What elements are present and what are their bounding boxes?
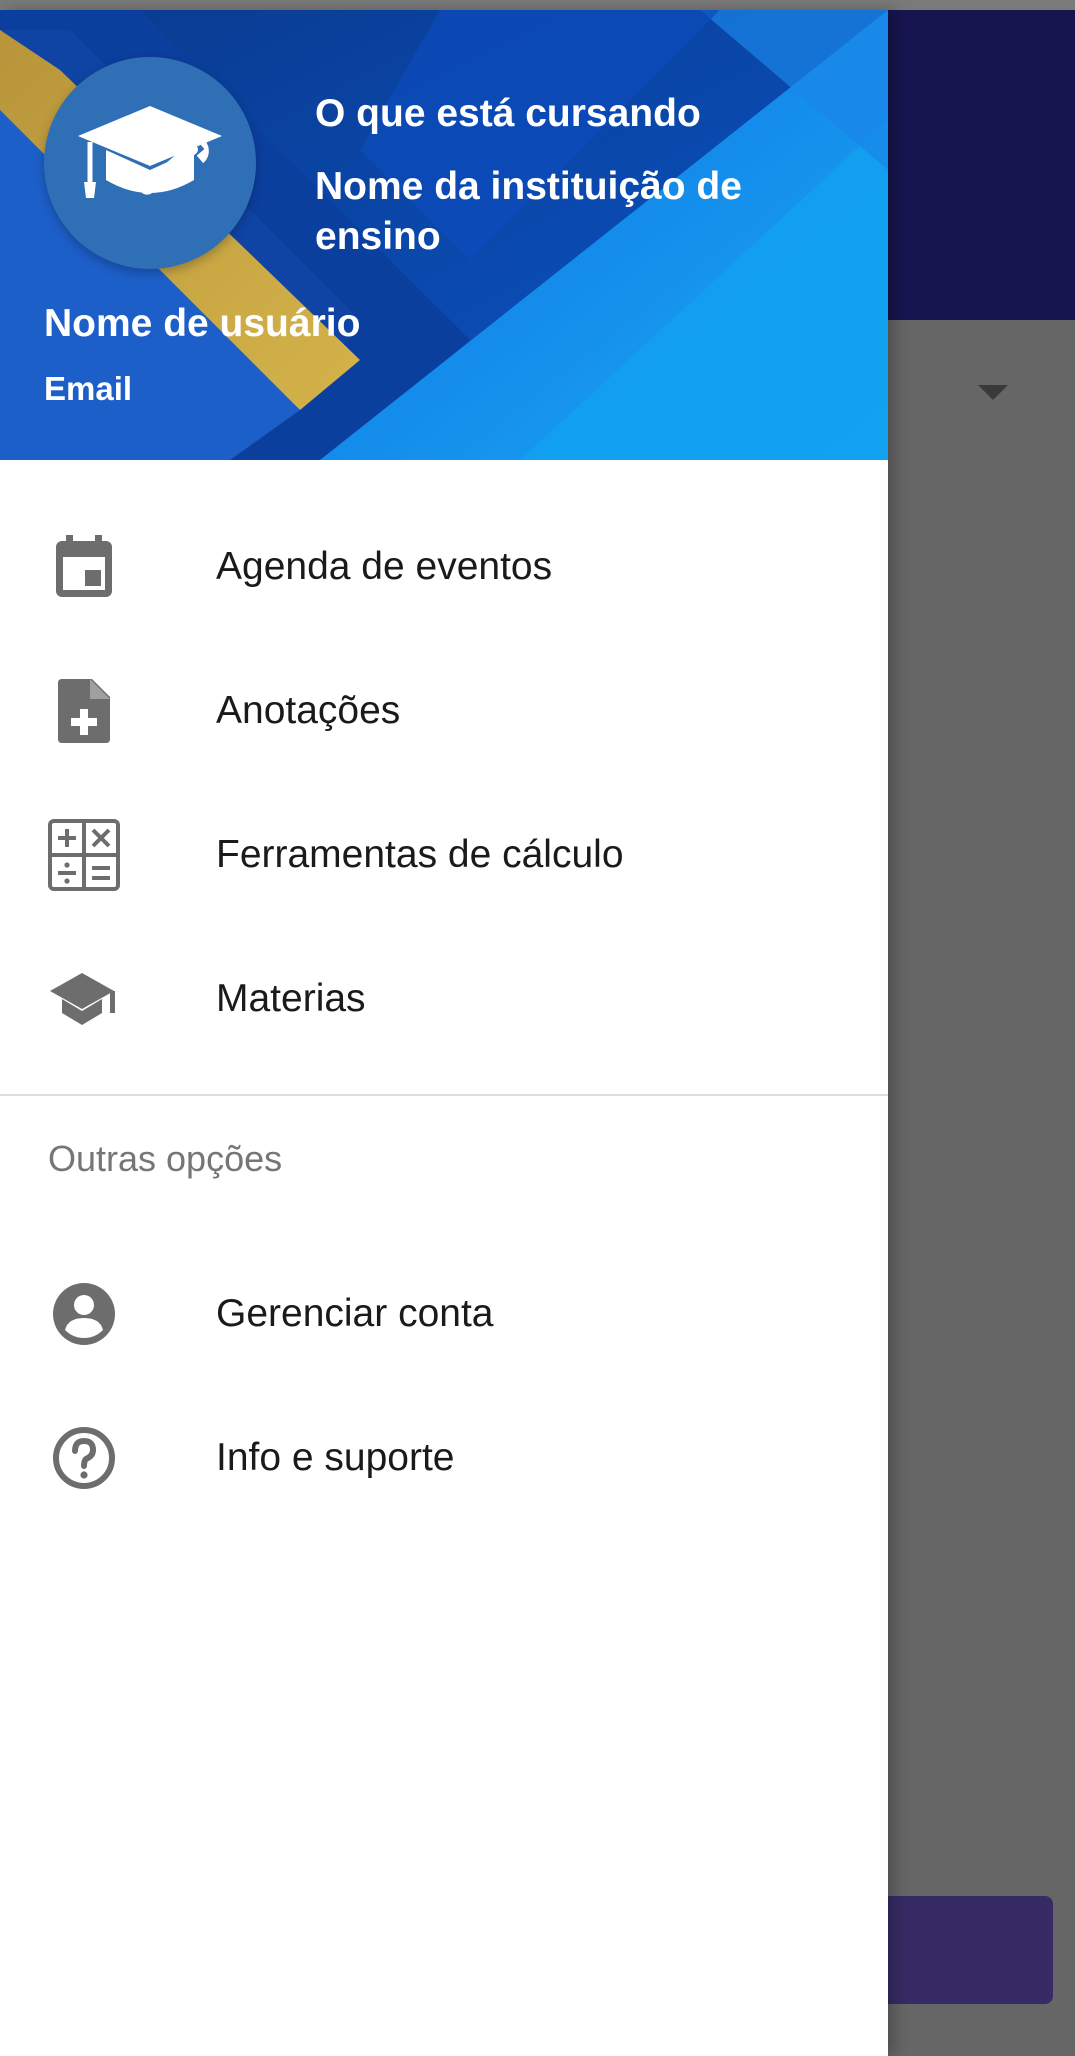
menu-item-gerenciar-conta[interactable]: Gerenciar conta: [0, 1242, 888, 1386]
calendar-icon: [44, 535, 124, 599]
menu-item-anotacoes[interactable]: Anotações: [0, 639, 888, 783]
section-header-outras-opcoes: Outras opções: [48, 1138, 283, 1179]
background-app-bar: [888, 10, 1075, 320]
menu-label: Ferramentas de cálculo: [216, 833, 624, 876]
school-icon: [44, 967, 124, 1031]
help-circle-icon: [44, 1426, 124, 1490]
dropdown-arrow-icon: [978, 385, 1008, 400]
course-text: O que está cursando: [315, 92, 701, 135]
menu-label: Anotações: [216, 689, 401, 732]
menu-item-info-suporte[interactable]: Info e suporte: [0, 1386, 888, 1530]
calculator-icon: [44, 819, 124, 891]
account-circle-icon: [44, 1282, 124, 1346]
navigation-drawer: O que está cursando Nome da instituição …: [0, 10, 888, 2056]
graduation-cap-wrench-icon: [78, 106, 222, 198]
divider: [0, 1094, 888, 1096]
menu-item-agenda[interactable]: Agenda de eventos: [0, 495, 888, 639]
note-add-icon: [44, 679, 124, 743]
menu-item-ferramentas[interactable]: Ferramentas de cálculo: [0, 783, 888, 927]
avatar[interactable]: [44, 57, 256, 269]
menu-label: Info e suporte: [216, 1436, 455, 1479]
background-button: [888, 1896, 1053, 2004]
menu-label: Agenda de eventos: [216, 545, 553, 588]
username-text: Nome de usuário: [44, 302, 361, 345]
status-bar: [0, 0, 1075, 10]
menu-label: Gerenciar conta: [216, 1292, 494, 1335]
menu-item-materias[interactable]: Materias: [0, 927, 888, 1071]
email-text: Email: [44, 370, 133, 407]
drawer-header: O que está cursando Nome da instituição …: [0, 10, 888, 460]
screen: O que está cursando Nome da instituição …: [0, 0, 1075, 2056]
background-scrim[interactable]: [888, 320, 1075, 2056]
menu-label: Materias: [216, 977, 366, 1020]
institution-text: Nome da instituição de ensino: [315, 165, 742, 258]
